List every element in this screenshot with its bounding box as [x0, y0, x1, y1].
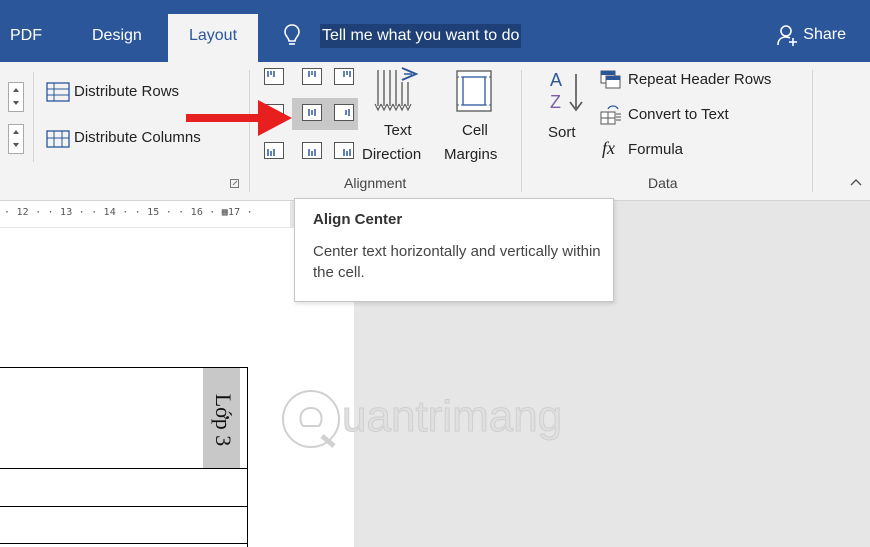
repeat-header-rows-label: Repeat Header Rows [628, 71, 772, 88]
sort-az-icon: A Z [550, 70, 583, 112]
divider [812, 70, 813, 192]
table-border [0, 543, 248, 544]
distribute-rows-icon [46, 82, 70, 102]
formula-label: Formula [628, 141, 684, 158]
tab-pdf[interactable]: PDF [10, 14, 42, 62]
align-bottom-left-button[interactable] [264, 142, 284, 159]
align-bottom-center-button[interactable] [302, 142, 322, 159]
watermark-text: uantrimang [341, 392, 563, 442]
table-border [247, 367, 248, 547]
data-group-label: Data [648, 175, 678, 191]
cell-margins-icon [456, 70, 492, 112]
align-center-right-button[interactable] [334, 104, 354, 121]
dialog-launcher-icon[interactable] [230, 179, 240, 189]
align-top-right-button[interactable] [334, 68, 354, 85]
ribbon-tab-bar: PDF Design Layout Tell me what you want … [0, 0, 870, 62]
share-label: Share [803, 26, 846, 44]
sort-label: Sort [548, 124, 576, 141]
divider [521, 70, 522, 192]
tab-layout[interactable]: Layout [168, 14, 258, 62]
cell-margins-button[interactable]: Cell Margins [440, 66, 512, 166]
cell-margins-label-2: Margins [444, 146, 498, 163]
watermark-logo-icon [280, 388, 342, 450]
tooltip: Align Center Center text horizontally an… [294, 198, 614, 302]
text-direction-label-2: Direction [362, 146, 422, 163]
distribute-columns-icon [46, 130, 70, 148]
sort-button[interactable]: A Z Sort [540, 66, 590, 156]
column-width-spinner[interactable] [8, 124, 24, 154]
table-border [0, 468, 248, 469]
lightbulb-icon [284, 24, 300, 45]
text-direction-label-1: Text [384, 122, 412, 139]
collapse-ribbon-icon[interactable] [850, 178, 862, 186]
spinner-arrows-icon [13, 88, 19, 105]
text-direction-button[interactable]: Text Direction [362, 66, 436, 166]
svg-text:A: A [550, 70, 562, 90]
cell-margins-label-1: Cell [462, 122, 488, 139]
share-button[interactable]: Share [777, 24, 846, 46]
divider [33, 72, 34, 162]
repeat-header-icon [600, 70, 621, 89]
quantrimang-watermark: uantrimang [278, 378, 614, 458]
person-add-icon [777, 25, 798, 46]
distribute-columns-label: Distribute Columns [74, 129, 201, 146]
distribute-rows-label: Distribute Rows [74, 83, 180, 100]
spinner-arrows-icon [13, 130, 19, 147]
cell-text: Lớp 3 [211, 393, 236, 447]
fx-icon: fx [602, 138, 615, 158]
tab-design[interactable]: Design [92, 14, 142, 62]
convert-to-text-label: Convert to Text [628, 106, 729, 123]
cell-text-vertical: Lớp 3 [209, 377, 236, 461]
align-bottom-right-button[interactable] [334, 142, 354, 159]
ruler-marks: · 12 · · 13 · · 14 · · 15 · · 16 · ▦17 · [4, 207, 253, 218]
text-direction-icon [374, 67, 419, 112]
row-height-spinner[interactable] [8, 82, 24, 112]
tooltip-title: Align Center [313, 211, 403, 228]
tell-me-search[interactable]: Tell me what you want to do [320, 24, 522, 48]
align-top-center-button[interactable] [302, 68, 322, 85]
ribbon: Distribute Rows Distribute Columns Text … [0, 62, 870, 201]
table-border [0, 506, 248, 507]
red-arrow-icon [186, 100, 292, 136]
align-center-button[interactable] [302, 104, 322, 121]
alignment-group-label: Alignment [344, 175, 407, 191]
tooltip-body: Center text horizontally and vertically … [313, 243, 601, 281]
convert-to-text-icon [600, 105, 621, 125]
svg-text:Z: Z [550, 92, 561, 112]
align-top-left-button[interactable] [264, 68, 284, 85]
